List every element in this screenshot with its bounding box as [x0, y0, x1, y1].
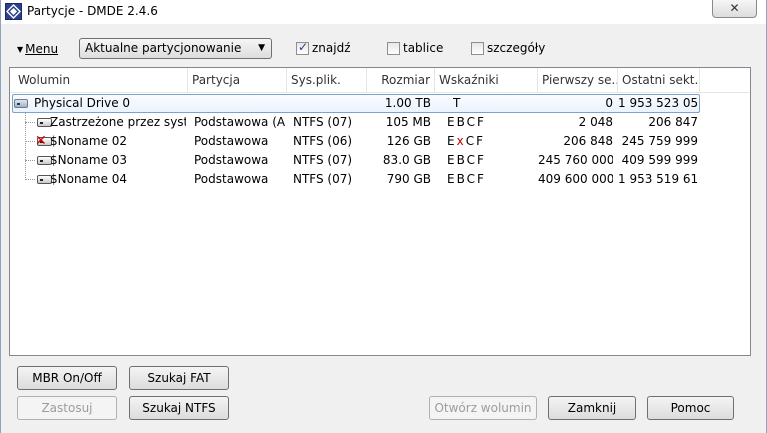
cell-last-sector: 206 847 [648, 115, 698, 129]
cell-first-sector: 245 760 000 [538, 153, 613, 167]
flags-text: ExCF [447, 134, 485, 148]
cell-first-sector: 409 600 000 [538, 172, 613, 186]
cell-volume: Zastrzeżone przez system [50, 115, 186, 129]
column-header-last-sector[interactable]: Ostatni sekt... [618, 68, 700, 93]
table-row[interactable]: Zastrzeżone przez system Podstawowa (A) … [10, 113, 750, 132]
close-icon: ✕ [729, 1, 740, 15]
tables-checkbox-box[interactable] [387, 41, 400, 55]
tree-branch [25, 160, 35, 161]
details-checkbox-label: szczegóły [487, 41, 546, 55]
cell-last-sector: 409 599 999 [621, 153, 698, 167]
column-header-size[interactable]: Rozmiar [367, 68, 435, 93]
table-row[interactable]: $Noname 03 Podstawowa NTFS (07) 83.0 GB … [10, 151, 750, 170]
cell-last-sector: 1 953 519 615 [618, 172, 698, 186]
close-button[interactable]: Zamknij [548, 396, 636, 420]
cell-partition: Podstawowa [194, 172, 269, 186]
window-title: Partycje - DMDE 2.4.6 [27, 4, 158, 18]
cell-flags: EBCF [447, 172, 486, 186]
find-checkbox-label: znajdź [312, 41, 351, 55]
cell-filesystem: NTFS (07) [293, 172, 353, 186]
partitioning-mode-select[interactable]: Aktualne partycjonowanie ▼ [79, 38, 272, 59]
mbr-toggle-button[interactable]: MBR On/Off [17, 366, 117, 390]
column-header-volume[interactable]: Wolumin [10, 68, 188, 93]
column-header-partition[interactable]: Partycja [188, 68, 287, 93]
cell-size: 126 GB [386, 134, 431, 148]
cell-flags: ExCF [447, 132, 527, 151]
cell-partition: Podstawowa (A) [194, 115, 286, 129]
partition-table[interactable]: Wolumin Partycja Sys.plik. Rozmiar Wskaź… [9, 67, 751, 356]
cell-filesystem: NTFS (07) [293, 153, 353, 167]
help-button[interactable]: Pomoc [647, 396, 734, 420]
menu-label: Menu [25, 42, 59, 56]
search-ntfs-button[interactable]: Szukaj NTFS [129, 396, 229, 420]
cell-flags: EBCF [447, 153, 486, 167]
cell-first-sector: 0 [605, 96, 613, 110]
column-header-filesystem[interactable]: Sys.plik. [287, 68, 367, 93]
table-row[interactable]: Physical Drive 0 1.00 TB T 0 1 953 523 0… [10, 94, 750, 113]
column-header-flags[interactable]: Wskaźniki [435, 68, 538, 93]
chevron-down-icon: ▼ [258, 43, 265, 53]
cell-volume: $Noname 04 [50, 172, 128, 186]
tables-checkbox[interactable]: tablice [387, 41, 443, 55]
tree-branch [25, 122, 35, 123]
apply-button[interactable]: Zastosuj [17, 396, 117, 420]
find-checkbox-box[interactable] [296, 40, 309, 55]
tree-branch [25, 141, 35, 142]
cell-flags: T [453, 96, 461, 110]
details-checkbox[interactable]: szczegóły [471, 41, 545, 55]
cell-first-sector: 2 048 [578, 115, 613, 129]
table-header: Wolumin Partycja Sys.plik. Rozmiar Wskaź… [10, 68, 750, 93]
dmde-partitions-window: Partycje - DMDE 2.4.6 ✕ ▼ Menu Aktualne … [0, 0, 767, 433]
menu-triangle-icon: ▼ [17, 44, 24, 54]
cell-filesystem: NTFS (07) [293, 115, 353, 129]
cell-first-sector: 206 848 [563, 134, 613, 148]
drive-icon [14, 99, 28, 108]
close-window-button[interactable]: ✕ [712, 0, 757, 18]
title-bar[interactable]: Partycje - DMDE 2.4.6 ✕ [1, 0, 766, 24]
cell-volume: Physical Drive 0 [34, 96, 131, 110]
dmde-app-icon [5, 3, 22, 20]
table-row[interactable]: $Noname 04 Podstawowa NTFS (07) 790 GB E… [10, 170, 750, 189]
deleted-x-icon: ✕ [35, 133, 47, 149]
details-checkbox-box[interactable] [471, 41, 484, 55]
search-fat-button[interactable]: Szukaj FAT [129, 366, 229, 390]
cell-size: 83.0 GB [382, 153, 431, 167]
cell-size: 790 GB [386, 172, 431, 186]
open-volume-button[interactable]: Otwórz wolumin [429, 396, 537, 420]
cell-last-sector: 1 953 523 054 [618, 96, 698, 110]
cell-flags: EBCF [447, 115, 486, 129]
partitioning-mode-value: Aktualne partycjonowanie [85, 41, 242, 55]
menu-button[interactable]: ▼ Menu [17, 40, 58, 58]
column-header-first-sector[interactable]: Pierwszy se... [538, 68, 618, 93]
tables-checkbox-label: tablice [403, 41, 444, 55]
cell-partition: Podstawowa [194, 134, 269, 148]
cell-last-sector: 245 759 999 [621, 134, 698, 148]
tree-branch [25, 179, 35, 180]
cell-size: 105 MB [385, 115, 431, 129]
cell-size: 1.00 TB [384, 96, 431, 110]
find-checkbox[interactable]: znajdź [296, 40, 351, 55]
cell-volume: $Noname 03 [50, 153, 128, 167]
table-row[interactable]: ✕ $Noname 02 Podstawowa NTFS (06) 126 GB… [10, 132, 750, 151]
cell-volume: $Noname 02 [50, 134, 128, 148]
cell-partition: Podstawowa [194, 153, 269, 167]
cell-filesystem: NTFS (06) [293, 134, 353, 148]
